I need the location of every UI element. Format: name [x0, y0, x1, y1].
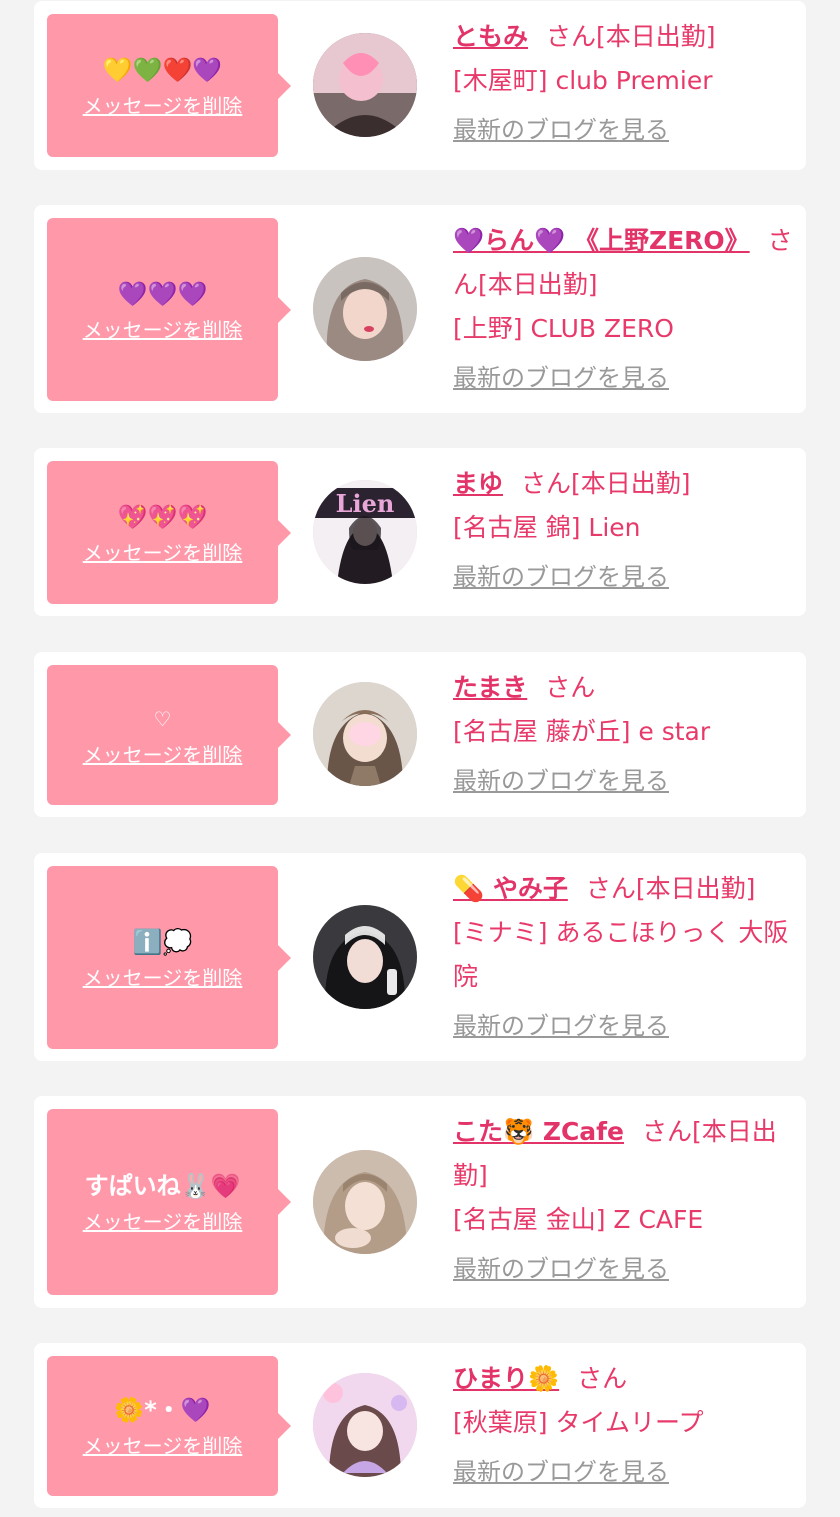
message-bubble: 💜💜💜 メッセージを削除 — [47, 218, 291, 401]
cast-name-link[interactable]: 💜らん💜 《上野ZERO》 — [453, 226, 750, 255]
avatar[interactable] — [313, 905, 417, 1009]
message-text: 💖💖💖 — [117, 502, 208, 531]
cast-name-link[interactable]: こた🐯 ZCafe — [453, 1117, 624, 1146]
message-card: すぱいね🐰💗 メッセージを削除 こた🐯 ZCafe さん[本日出勤] [名古屋 金… — [34, 1096, 806, 1308]
cast-name-link[interactable]: ともみ — [453, 22, 528, 51]
avatar-image — [313, 905, 417, 1009]
honorific: さん — [642, 1117, 693, 1146]
delete-message-link[interactable]: メッセージを削除 — [83, 965, 243, 991]
cast-info: こた🐯 ZCafe さん[本日出勤] [名古屋 金山] Z CAFE 最新のブログ… — [453, 1110, 798, 1286]
avatar[interactable] — [313, 257, 417, 361]
status-text: [本日出勤] — [478, 270, 598, 299]
message-text: ℹ️💭 — [132, 927, 193, 956]
status-text: [本日出勤] — [571, 469, 691, 498]
latest-blog-link[interactable]: 最新のブログを見る — [453, 764, 798, 798]
message-text: すぱいね🐰💗 — [84, 1172, 241, 1200]
message-text: 🌼*・💜 — [114, 1396, 211, 1424]
cast-name-link[interactable]: 💊 やみ子 — [453, 874, 568, 903]
cast-info: ともみ さん[本日出勤] [木屋町] club Premier 最新のブログを見る — [453, 15, 798, 147]
avatar-image: Lien — [313, 480, 417, 584]
shop-name: [木屋町] club Premier — [453, 66, 713, 95]
avatar-image — [313, 1373, 417, 1477]
cast-info: まゆ さん[本日出勤] [名古屋 錦] Lien 最新のブログを見る — [453, 462, 798, 594]
avatar-image — [313, 682, 417, 786]
latest-blog-link[interactable]: 最新のブログを見る — [453, 113, 798, 147]
svg-text:Lien: Lien — [336, 489, 395, 518]
avatar[interactable] — [313, 1150, 417, 1254]
message-bubble: 💛💚❤️💜 メッセージを削除 — [47, 14, 291, 157]
message-text: 💛💚❤️💜 — [102, 55, 223, 84]
status-text: [本日出勤] — [596, 22, 716, 51]
avatar[interactable] — [313, 33, 417, 137]
message-card: 💖💖💖 メッセージを削除 Lien まゆ さん[本日出勤] [名古屋 錦] Lie… — [34, 448, 806, 616]
shop-name: [名古屋 金山] Z CAFE — [453, 1205, 704, 1234]
message-bubble: ♡ メッセージを削除 — [47, 665, 291, 805]
avatar[interactable]: Lien — [313, 480, 417, 584]
message-card: ♡ メッセージを削除 たまき さん [名古屋 藤が丘] e star 最新のブログ… — [34, 652, 806, 817]
latest-blog-link[interactable]: 最新のブログを見る — [453, 1252, 798, 1286]
honorific: さん — [585, 874, 636, 903]
shop-name: [秋葉原] タイムリープ — [453, 1408, 704, 1437]
message-card: 💛💚❤️💜 メッセージを削除 ともみ さん[本日出勤] [木屋町] club Pr… — [34, 1, 806, 170]
status-text: [本日出勤] — [635, 874, 756, 903]
message-card: ℹ️💭 メッセージを削除 💊 やみ子 さん[本日出勤] [ミナミ] あるこほりっく… — [34, 853, 806, 1061]
avatar-image — [313, 257, 417, 361]
message-text: ♡ — [153, 707, 172, 731]
shop-name: [名古屋 藤が丘] e star — [453, 717, 711, 746]
cast-info: 💊 やみ子 さん[本日出勤] [ミナミ] あるこほりっく 大阪院 最新のブログを見… — [453, 867, 798, 1043]
cast-name-link[interactable]: ひまり🌼 — [453, 1364, 559, 1393]
message-card: 🌼*・💜 メッセージを削除 ひまり🌼 さん [秋葉原] タイムリープ 最新のブログ… — [34, 1343, 806, 1508]
cast-info: 💜らん💜 《上野ZERO》 さん[本日出勤] [上野] CLUB ZERO 最新の… — [453, 219, 798, 395]
delete-message-link[interactable]: メッセージを削除 — [83, 317, 243, 343]
message-bubble: ℹ️💭 メッセージを削除 — [47, 866, 291, 1049]
latest-blog-link[interactable]: 最新のブログを見る — [453, 361, 798, 395]
message-bubble: 🌼*・💜 メッセージを削除 — [47, 1356, 291, 1496]
message-card: 💜💜💜 メッセージを削除 💜らん💜 《上野ZERO》 さん[本日出勤] [上野] … — [34, 205, 806, 413]
avatar-image — [313, 33, 417, 137]
latest-blog-link[interactable]: 最新のブログを見る — [453, 1009, 798, 1043]
cast-name-link[interactable]: まゆ — [453, 469, 503, 498]
cast-info: ひまり🌼 さん [秋葉原] タイムリープ 最新のブログを見る — [453, 1357, 798, 1489]
latest-blog-link[interactable]: 最新のブログを見る — [453, 560, 798, 594]
delete-message-link[interactable]: メッセージを削除 — [83, 742, 243, 768]
avatar[interactable] — [313, 682, 417, 786]
honorific: さん — [545, 673, 596, 702]
shop-name: [名古屋 錦] Lien — [453, 513, 641, 542]
message-bubble: すぱいね🐰💗 メッセージを削除 — [47, 1109, 291, 1295]
avatar-image — [313, 1150, 417, 1254]
delete-message-link[interactable]: メッセージを削除 — [83, 1433, 243, 1459]
latest-blog-link[interactable]: 最新のブログを見る — [453, 1455, 798, 1489]
shop-name: [ミナミ] あるこほりっく 大阪院 — [453, 918, 789, 991]
message-text: 💜💜💜 — [117, 279, 208, 308]
avatar[interactable] — [313, 1373, 417, 1477]
honorific: さん — [546, 22, 597, 51]
delete-message-link[interactable]: メッセージを削除 — [83, 1209, 243, 1235]
honorific: さん — [577, 1364, 628, 1393]
cast-info: たまき さん [名古屋 藤が丘] e star 最新のブログを見る — [453, 666, 798, 798]
delete-message-link[interactable]: メッセージを削除 — [83, 93, 243, 119]
cast-name-link[interactable]: たまき — [453, 673, 527, 702]
delete-message-link[interactable]: メッセージを削除 — [83, 540, 243, 566]
honorific: さん — [521, 469, 572, 498]
shop-name: [上野] CLUB ZERO — [453, 314, 674, 343]
message-bubble: 💖💖💖 メッセージを削除 — [47, 461, 291, 604]
